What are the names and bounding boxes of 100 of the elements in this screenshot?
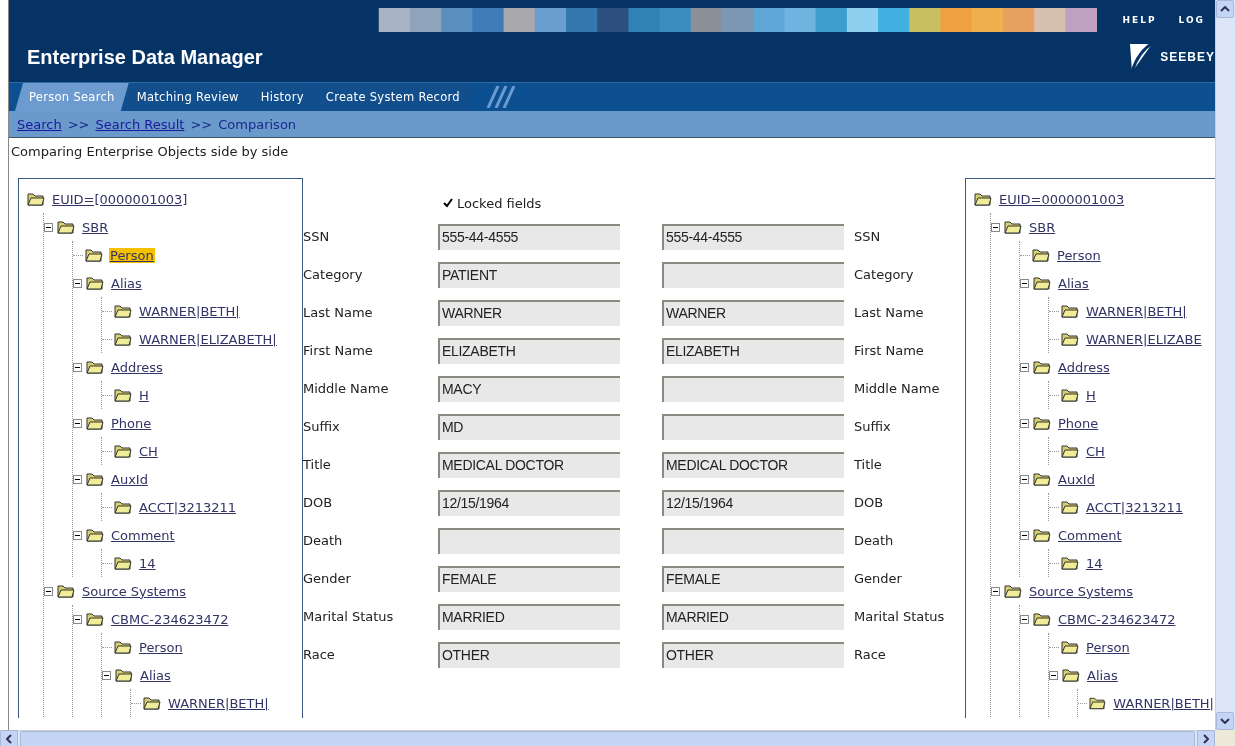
folder-icon bbox=[1033, 612, 1051, 626]
tree-node-link[interactable]: EUID=[0000001003] bbox=[51, 191, 189, 207]
tree-node-link[interactable]: CH bbox=[1085, 443, 1106, 459]
tree-node-link[interactable]: ACCT|3213211 bbox=[138, 499, 238, 515]
collapse-icon[interactable] bbox=[44, 222, 53, 232]
read-only-field: 12/15/1964 bbox=[438, 490, 620, 516]
collapse-icon[interactable] bbox=[102, 670, 111, 680]
collapse-icon[interactable] bbox=[991, 586, 1000, 596]
collapse-icon[interactable] bbox=[1049, 670, 1058, 680]
tree-node-link[interactable]: Person bbox=[1056, 247, 1102, 263]
collapse-icon[interactable] bbox=[73, 418, 82, 428]
tree-node-link[interactable]: Person bbox=[109, 247, 155, 263]
collapse-icon[interactable] bbox=[1020, 418, 1029, 428]
tree-node-link[interactable]: H bbox=[1085, 387, 1097, 403]
nav-tab[interactable]: Matching Review bbox=[122, 83, 253, 111]
tree-node-link[interactable]: WARNER|ELIZABETH| bbox=[138, 331, 278, 347]
tree-node-link[interactable]: Source Systems bbox=[81, 583, 188, 599]
read-only-field: 12/15/1964 bbox=[662, 490, 844, 516]
tree-node-link[interactable]: H bbox=[138, 387, 150, 403]
folder-icon bbox=[1061, 388, 1079, 402]
tree-node-link[interactable]: Person bbox=[1085, 639, 1131, 655]
field-label: Suffix bbox=[303, 419, 341, 435]
tree-node-link[interactable]: WARNER|BETH| bbox=[167, 695, 270, 711]
tree-node-link[interactable]: WARNER|BETH| bbox=[138, 303, 241, 319]
scroll-down-icon[interactable] bbox=[1220, 718, 1230, 724]
collapse-icon[interactable] bbox=[73, 278, 82, 288]
header-link[interactable]: HELP bbox=[1112, 15, 1167, 25]
collapse-icon[interactable] bbox=[73, 474, 82, 484]
folder-icon bbox=[143, 696, 161, 710]
folder-icon bbox=[1062, 668, 1080, 682]
tree-node-link[interactable]: Comment bbox=[1057, 527, 1123, 543]
tree-node-link[interactable]: Alias bbox=[110, 275, 143, 291]
tree-node-link[interactable]: 14 bbox=[138, 555, 157, 571]
tree-node-link[interactable]: EUID=0000001003 bbox=[998, 191, 1126, 207]
tree-node-link[interactable]: Alias bbox=[1057, 275, 1090, 291]
field-label: First Name bbox=[854, 343, 925, 359]
folder-icon bbox=[1032, 248, 1050, 262]
nav-tab[interactable]: History bbox=[246, 83, 318, 111]
tree-node-link[interactable]: Alias bbox=[1086, 667, 1119, 683]
scroll-up-icon[interactable] bbox=[1220, 6, 1230, 12]
collapse-icon[interactable] bbox=[1020, 278, 1029, 288]
horizontal-scrollbar[interactable] bbox=[0, 730, 1215, 746]
vertical-scrollbar[interactable] bbox=[1215, 0, 1235, 730]
tree-node-link[interactable]: Address bbox=[110, 359, 164, 375]
tree-node-link[interactable]: CBMC-234623472 bbox=[110, 611, 230, 627]
tree-node-link[interactable]: Phone bbox=[1057, 415, 1100, 431]
scroll-right-icon[interactable] bbox=[1203, 733, 1209, 744]
tree-node-link[interactable]: WARNER|BETH| bbox=[1112, 695, 1215, 711]
collapse-icon[interactable] bbox=[1020, 530, 1029, 540]
tree-node-link[interactable]: Address bbox=[1057, 359, 1111, 375]
collapse-icon[interactable] bbox=[73, 362, 82, 372]
folder-icon bbox=[85, 248, 103, 262]
field-label: Gender bbox=[854, 571, 903, 587]
tree-node-link[interactable]: 14 bbox=[1085, 555, 1104, 571]
tree-node-link[interactable]: Comment bbox=[110, 527, 176, 543]
tree-node-link[interactable]: Person bbox=[138, 639, 184, 655]
tree-node-link[interactable]: WARNER|ELIZABE bbox=[1085, 331, 1203, 347]
tree-node-link[interactable]: Source Systems bbox=[1028, 583, 1135, 599]
collapse-icon[interactable] bbox=[44, 586, 53, 596]
folder-icon bbox=[1061, 640, 1079, 654]
tree-node-link[interactable]: SBR bbox=[81, 219, 110, 235]
folder-icon bbox=[86, 612, 104, 626]
collapse-icon[interactable] bbox=[1020, 362, 1029, 372]
nav-tab[interactable]: Create System Record bbox=[311, 83, 474, 111]
folder-icon bbox=[974, 192, 992, 206]
page-description: Comparing Enterprise Objects side by side bbox=[11, 144, 289, 159]
collapse-icon[interactable] bbox=[1020, 474, 1029, 484]
tree-node-link[interactable]: AuxId bbox=[110, 471, 149, 487]
tree-node-link[interactable]: CBMC-234623472 bbox=[1057, 611, 1177, 627]
tree-node-link[interactable]: ACCT|3213211 bbox=[1085, 499, 1185, 515]
tree-node-link[interactable]: Phone bbox=[110, 415, 153, 431]
field-label: Middle Name bbox=[854, 381, 941, 397]
read-only-field: WARNER bbox=[438, 300, 620, 326]
scroll-left-icon[interactable] bbox=[6, 733, 12, 744]
collapse-icon[interactable] bbox=[991, 222, 1000, 232]
collapse-icon[interactable] bbox=[73, 530, 82, 540]
breadcrumb-link[interactable]: Search bbox=[17, 116, 62, 132]
folder-icon bbox=[114, 640, 132, 654]
folder-icon bbox=[114, 304, 132, 318]
tree-node-link[interactable]: Alias bbox=[139, 667, 172, 683]
tree-node-link[interactable]: CH bbox=[138, 443, 159, 459]
read-only-field: OTHER bbox=[438, 642, 620, 668]
read-only-field: PATIENT bbox=[438, 262, 620, 288]
read-only-field: WARNER bbox=[662, 300, 844, 326]
read-only-field: MEDICAL DOCTOR bbox=[662, 452, 844, 478]
folder-icon bbox=[86, 276, 104, 290]
collapse-icon[interactable] bbox=[73, 614, 82, 624]
folder-icon bbox=[114, 388, 132, 402]
tree-node-link[interactable]: AuxId bbox=[1057, 471, 1096, 487]
folder-icon bbox=[57, 220, 75, 234]
header-link[interactable]: LOG bbox=[1168, 15, 1215, 25]
breadcrumb-link[interactable]: Search Result bbox=[95, 116, 185, 132]
field-label: Suffix bbox=[854, 419, 892, 435]
locked-fields-label: Locked fields bbox=[457, 195, 542, 211]
field-label: Race bbox=[303, 647, 336, 663]
tree-node-link[interactable]: WARNER|BETH| bbox=[1085, 303, 1188, 319]
field-label: Death bbox=[303, 533, 344, 549]
breadcrumb-separator: >> bbox=[67, 116, 90, 132]
tree-node-link[interactable]: SBR bbox=[1028, 219, 1057, 235]
collapse-icon[interactable] bbox=[1020, 614, 1029, 624]
